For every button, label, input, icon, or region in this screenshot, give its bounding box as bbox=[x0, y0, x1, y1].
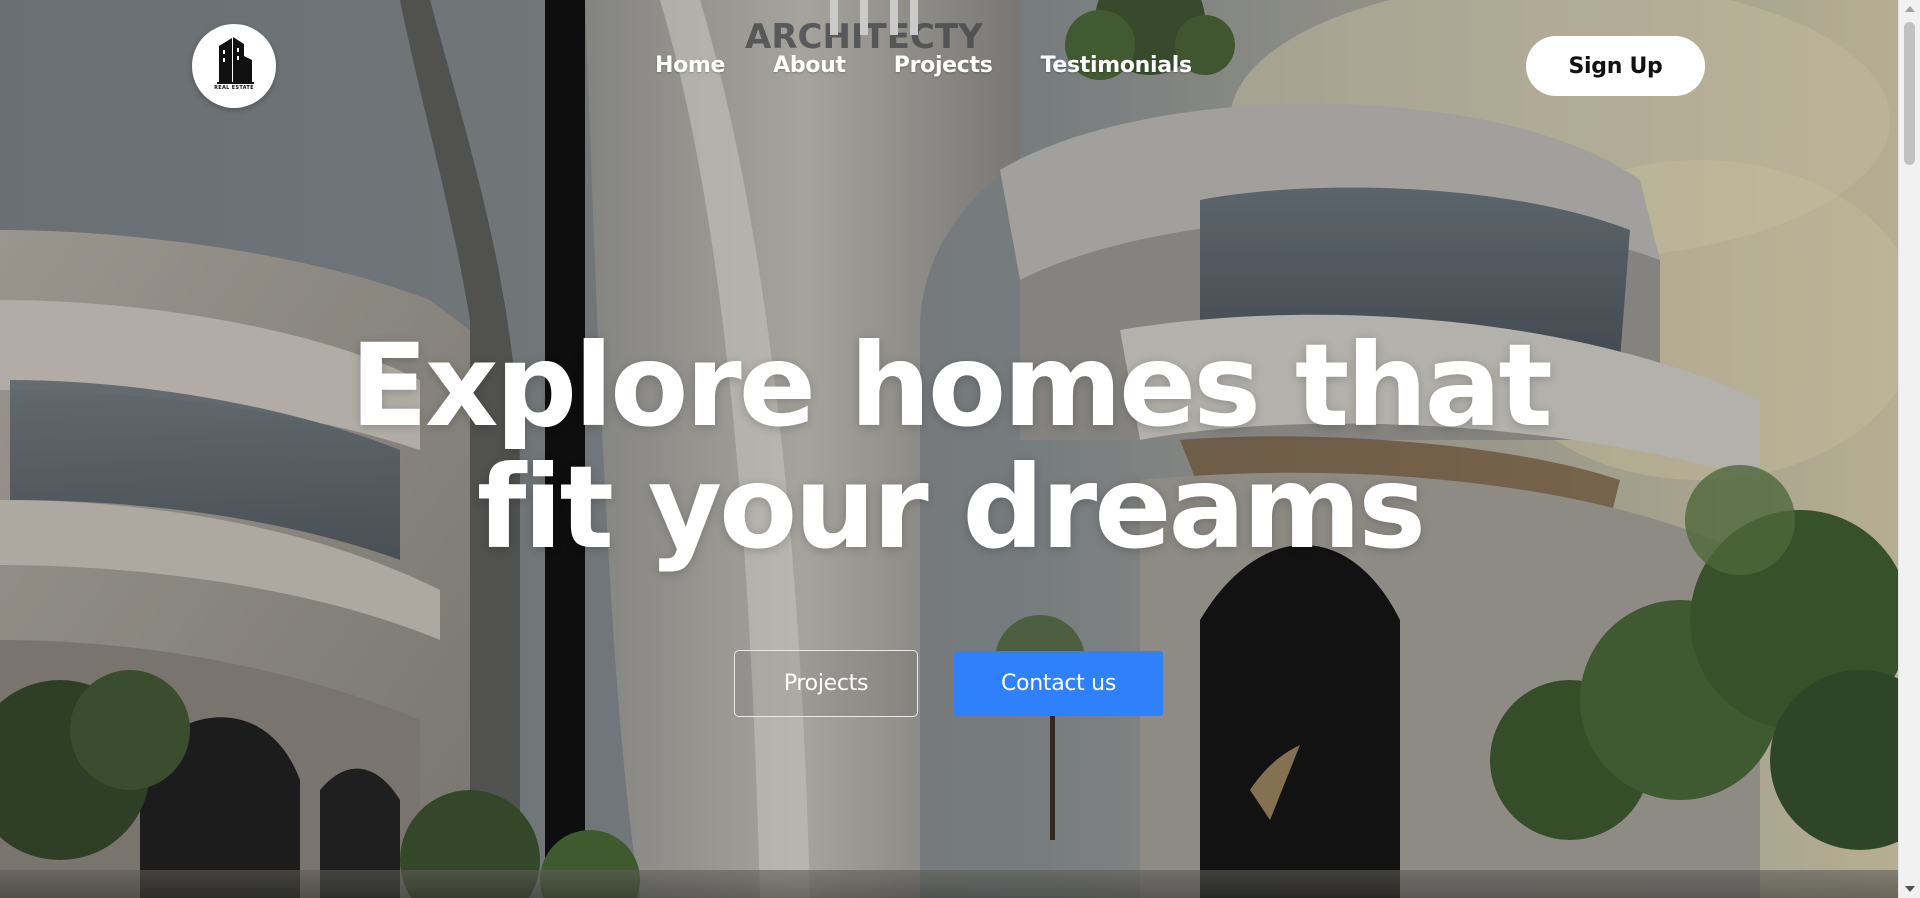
hero-headline: Explore homes that fit your dreams bbox=[300, 325, 1600, 569]
building-logo-icon bbox=[217, 37, 254, 84]
landing-page: ARCHITECTY REAL ESTATE Home About Projec… bbox=[0, 0, 1920, 898]
scroll-down-arrow-icon[interactable] bbox=[1905, 886, 1915, 892]
nav-link-testimonials[interactable]: Testimonials bbox=[1041, 50, 1193, 82]
contact-us-button[interactable]: Contact us bbox=[954, 651, 1163, 716]
scrollbar-thumb[interactable] bbox=[1904, 22, 1915, 165]
nav-links: Home About Projects Testimonials bbox=[655, 50, 1240, 82]
page-scrollbar[interactable] bbox=[1898, 0, 1920, 898]
top-navbar: REAL ESTATE Home About Projects Testimon… bbox=[0, 0, 1898, 134]
nav-link-about[interactable]: About bbox=[773, 50, 846, 82]
nav-link-projects[interactable]: Projects bbox=[894, 50, 993, 82]
hero-headline-line-1: Explore homes that bbox=[350, 319, 1553, 452]
sign-up-button[interactable]: Sign Up bbox=[1526, 36, 1705, 96]
scroll-up-arrow-icon[interactable] bbox=[1905, 6, 1915, 12]
hero-headline-line-2: fit your dreams bbox=[476, 441, 1426, 574]
logo-text: REAL ESTATE bbox=[214, 85, 254, 91]
site-logo[interactable]: REAL ESTATE bbox=[192, 24, 276, 108]
nav-link-home[interactable]: Home bbox=[655, 50, 725, 82]
projects-button[interactable]: Projects bbox=[734, 650, 918, 717]
